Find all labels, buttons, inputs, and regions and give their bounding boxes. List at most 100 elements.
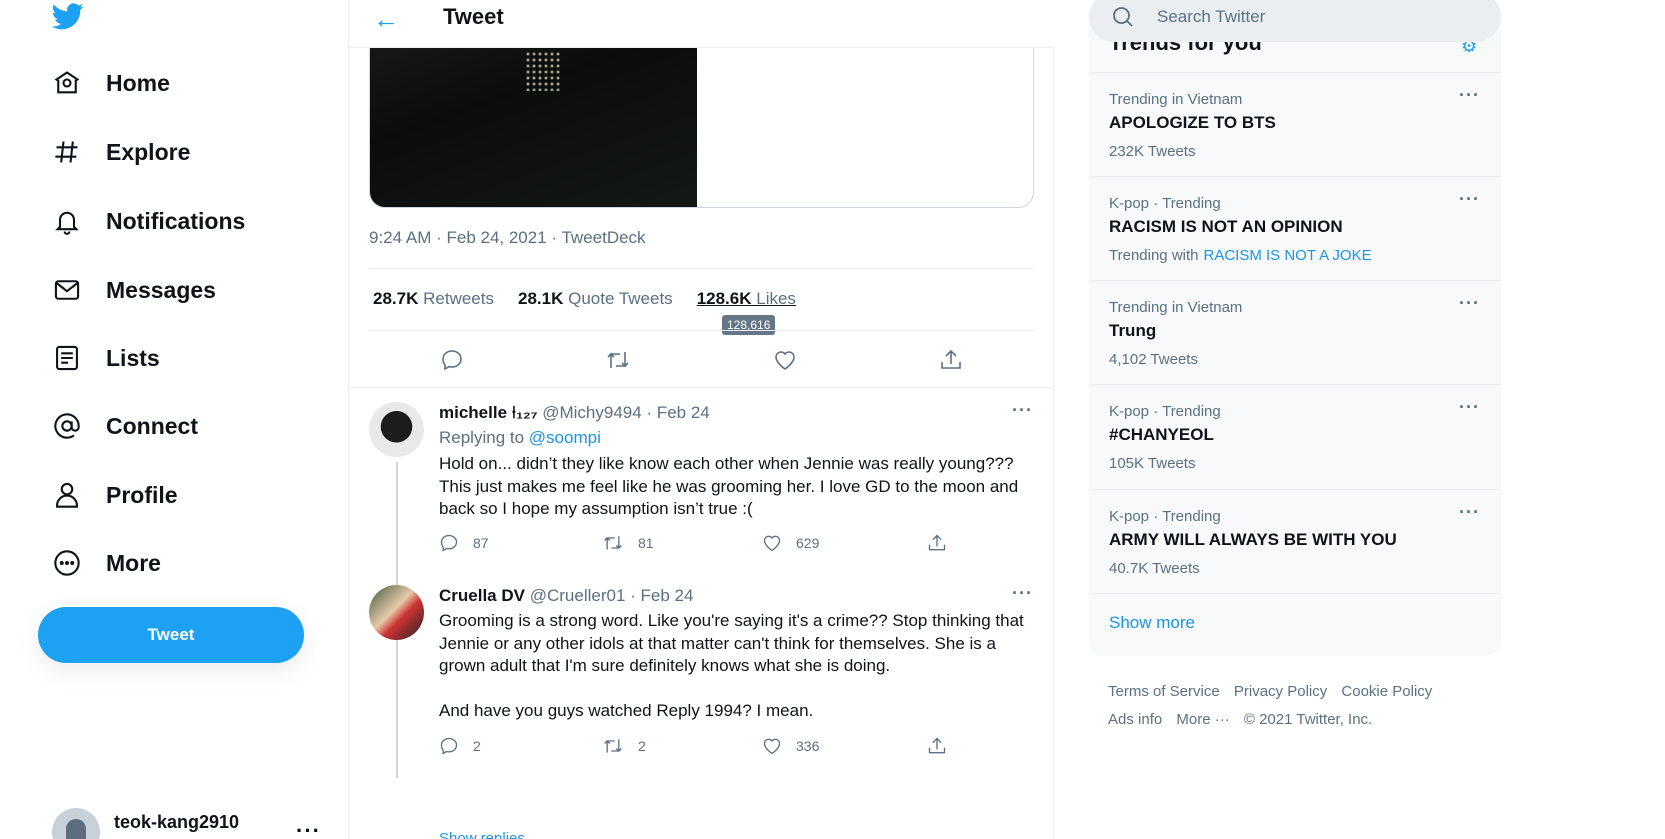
trend-item[interactable]: K-pop · Trending RACISM IS NOT AN OPINIO… bbox=[1089, 176, 1501, 280]
nav-explore[interactable]: Explore bbox=[52, 132, 190, 172]
likes-stat[interactable]: 128.6K Likes bbox=[697, 289, 796, 309]
page-header: ← Tweet bbox=[349, 0, 1054, 48]
trend-item[interactable]: K-pop · Trending ARMY WILL ALWAYS BE WIT… bbox=[1089, 489, 1501, 593]
more-circle-icon bbox=[52, 548, 82, 578]
trend-item[interactable]: K-pop · Trending #CHANYEOL 105K Tweets ·… bbox=[1089, 384, 1501, 488]
search-input[interactable] bbox=[1157, 7, 1457, 27]
reply-icon bbox=[440, 737, 458, 755]
reply-author-name[interactable]: michelle ⍿₁₂₇ bbox=[439, 403, 538, 422]
likes-count: 128.6K bbox=[696, 289, 752, 308]
tweet-stats: 28.7K Retweets 28.1K Quote Tweets 128.6K… bbox=[373, 289, 796, 309]
trend-more-icon[interactable]: ··· bbox=[1459, 397, 1480, 418]
list-icon bbox=[52, 343, 82, 373]
nav-more[interactable]: More bbox=[52, 543, 161, 583]
at-icon bbox=[52, 411, 82, 441]
reply-retweet-button[interactable]: 81 bbox=[602, 533, 762, 553]
reply-like-button[interactable]: 629 bbox=[762, 533, 927, 553]
footer-links: Terms of Service Privacy Policy Cookie P… bbox=[1108, 678, 1488, 734]
nav-notifications[interactable]: Notifications bbox=[52, 201, 245, 241]
reply-more-icon[interactable]: ··· bbox=[1012, 400, 1033, 421]
trend-item[interactable]: Trending in Vietnam APOLOGIZE TO BTS 232… bbox=[1089, 72, 1501, 176]
trend-name: RACISM IS NOT AN OPINION bbox=[1109, 217, 1343, 236]
trend-count: Trending with RACISM IS NOT A JOKE bbox=[1109, 247, 1372, 264]
quote-tweets-stat[interactable]: 28.1K Quote Tweets bbox=[518, 289, 673, 309]
trend-more-icon[interactable]: ··· bbox=[1459, 189, 1480, 210]
trend-more-icon[interactable]: ··· bbox=[1459, 293, 1480, 314]
replying-to-prefix: Replying to bbox=[439, 428, 525, 447]
share-icon[interactable] bbox=[934, 343, 968, 377]
divider bbox=[369, 330, 1034, 331]
footer-link[interactable]: Cookie Policy bbox=[1341, 683, 1432, 700]
account-more-icon[interactable]: ··· bbox=[296, 818, 321, 839]
trend-name: #CHANYEOL bbox=[1109, 425, 1214, 444]
retweets-count: 28.7K bbox=[373, 289, 419, 308]
retweets-label: Retweets bbox=[423, 289, 494, 308]
likes-tooltip: 128,616 bbox=[722, 315, 776, 335]
nav-connect[interactable]: Connect bbox=[52, 406, 198, 446]
trending-with-label: Trending with bbox=[1109, 247, 1199, 264]
trend-more-icon[interactable]: ··· bbox=[1459, 85, 1480, 106]
show-more-link[interactable]: Show more bbox=[1109, 613, 1195, 633]
nav-home[interactable]: Home bbox=[52, 63, 170, 103]
footer-link[interactable]: Privacy Policy bbox=[1234, 683, 1327, 700]
reply-share-button[interactable] bbox=[927, 736, 947, 756]
likes-label: Likes bbox=[756, 289, 796, 308]
trending-with-link[interactable]: RACISM IS NOT A JOKE bbox=[1204, 247, 1372, 264]
copyright: © 2021 Twitter, Inc. bbox=[1243, 711, 1373, 728]
retweet-icon[interactable] bbox=[601, 343, 635, 377]
replying-to-link[interactable]: @soompi bbox=[529, 428, 601, 447]
retweet-icon bbox=[604, 739, 622, 753]
tweet-button[interactable]: Tweet bbox=[38, 607, 304, 663]
reply-author-handle[interactable]: @Crueller01 · Feb 24 bbox=[530, 586, 694, 605]
trend-count: 4,102 Tweets bbox=[1109, 351, 1198, 368]
trend-item[interactable]: Trending in Vietnam Trung 4,102 Tweets ·… bbox=[1089, 280, 1501, 384]
nav-messages[interactable]: Messages bbox=[52, 270, 216, 310]
like-icon bbox=[763, 535, 781, 552]
reply-reply-button[interactable]: 87 bbox=[439, 533, 602, 553]
like-icon[interactable] bbox=[768, 343, 802, 377]
nav-profile-label: Profile bbox=[106, 481, 178, 508]
hashtag-icon bbox=[52, 137, 82, 167]
trend-context: K-pop · Trending bbox=[1109, 403, 1221, 420]
footer-link[interactable]: More ··· bbox=[1176, 711, 1229, 728]
back-arrow-icon[interactable]: ← bbox=[373, 4, 399, 35]
like-icon bbox=[763, 738, 781, 755]
account-switcher[interactable]: teok-kang2910 bbox=[52, 808, 239, 839]
share-icon bbox=[928, 534, 946, 551]
share-icon bbox=[928, 737, 946, 754]
tweet-media[interactable] bbox=[369, 20, 1034, 208]
retweet-icon bbox=[604, 536, 622, 550]
trend-more-icon[interactable]: ··· bbox=[1459, 502, 1480, 523]
trend-count: 232K Tweets bbox=[1109, 143, 1196, 160]
reply-reply-button[interactable]: 2 bbox=[439, 736, 602, 756]
nav-lists[interactable]: Lists bbox=[52, 338, 160, 378]
divider bbox=[369, 268, 1034, 269]
nav-profile[interactable]: Profile bbox=[52, 475, 178, 515]
trend-context: K-pop · Trending bbox=[1109, 508, 1221, 525]
reply-avatar[interactable] bbox=[369, 585, 424, 640]
search-icon bbox=[1113, 7, 1133, 27]
nav-home-label: Home bbox=[106, 69, 170, 96]
nav-messages-label: Messages bbox=[106, 276, 216, 303]
tweet-image-left[interactable] bbox=[370, 21, 697, 207]
reply-icon[interactable] bbox=[435, 343, 469, 377]
tweet-timestamp[interactable]: 9:24 AM · Feb 24, 2021 · TweetDeck bbox=[369, 228, 646, 248]
reply-actions: 87 81 629 bbox=[439, 533, 947, 553]
twitter-bird-icon[interactable] bbox=[50, 0, 86, 32]
reply-retweet-button[interactable]: 2 bbox=[602, 736, 762, 756]
search-bar[interactable] bbox=[1089, 0, 1501, 42]
reply-share-button[interactable] bbox=[927, 533, 947, 553]
retweet-count: 81 bbox=[638, 535, 654, 551]
tweet-actions bbox=[369, 343, 1034, 377]
reply-like-button[interactable]: 336 bbox=[762, 736, 927, 756]
footer-link[interactable]: Ads info bbox=[1108, 711, 1162, 728]
show-replies-link[interactable]: Show replies bbox=[439, 830, 525, 839]
reply-more-icon[interactable]: ··· bbox=[1012, 583, 1033, 604]
trend-name: ARMY WILL ALWAYS BE WITH YOU bbox=[1109, 530, 1397, 549]
reply-avatar[interactable] bbox=[369, 402, 424, 457]
reply-author-name[interactable]: Cruella DV bbox=[439, 586, 525, 605]
account-name: teok-kang2910 bbox=[114, 812, 240, 832]
footer-link[interactable]: Terms of Service bbox=[1108, 683, 1220, 700]
retweets-stat[interactable]: 28.7K Retweets bbox=[373, 289, 494, 309]
reply-author-handle[interactable]: @Michy9494 · Feb 24 bbox=[542, 403, 710, 422]
